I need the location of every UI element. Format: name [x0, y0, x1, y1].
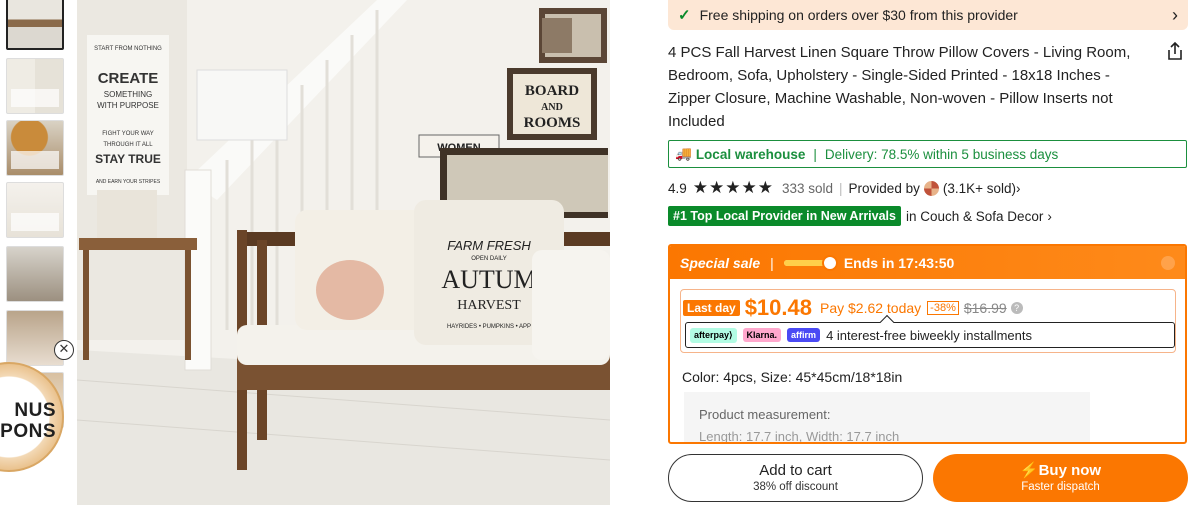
sign-earn: AND EARN YOUR STRIPES — [96, 179, 161, 185]
special-sale-label: Special sale — [680, 254, 761, 271]
product-measurement-box: Product measurement: Length: 17.7 inch, … — [684, 392, 1090, 444]
product-page: NUS PONS ✕ START FROM NOTHING CREATE SOM… — [0, 0, 1199, 505]
provider-logo-icon[interactable] — [923, 180, 939, 196]
divider: | — [839, 180, 843, 196]
installments-text: 4 interest-free biweekly installments — [826, 327, 1032, 343]
bonus-line2: PONS — [0, 421, 56, 442]
pay-today: Pay $2.62 today — [819, 300, 922, 316]
product-title: 4 PCS Fall Harvest Linen Square Throw Pi… — [668, 44, 1131, 130]
sale-countdown: Ends in 17:43:50 — [843, 254, 955, 271]
pillow-autumn: AUTUM — [441, 265, 536, 294]
thumbnail-3[interactable] — [6, 120, 64, 176]
thumbnail-1[interactable] — [6, 0, 64, 50]
help-icon[interactable]: ? — [1010, 302, 1023, 314]
sign-something: SOMETHING — [104, 90, 152, 99]
lightning-icon: ⚡ — [1019, 462, 1039, 479]
chevron-right-icon: › — [1016, 180, 1021, 196]
sold-count: 333 sold — [781, 180, 834, 196]
free-shipping-banner[interactable]: ✓ Free shipping on orders over $30 from … — [668, 0, 1188, 30]
board-line3: ROOMS — [524, 115, 581, 131]
original-price: $16.99 — [963, 300, 1007, 316]
thumbnail-4[interactable] — [6, 182, 64, 238]
afterpay-logo: afterpay⟩ — [690, 327, 737, 343]
pillow-hayrides: HAYRIDES • PUMPKINS • APP — [447, 324, 531, 330]
sign-stay: STAY TRUE — [95, 152, 161, 166]
provider-sold[interactable]: (3.1K+ sold) — [943, 181, 1016, 196]
countdown-progress — [783, 254, 838, 271]
main-product-image[interactable]: START FROM NOTHING CREATE SOMETHING WITH… — [77, 0, 610, 505]
close-icon[interactable]: ✕ — [54, 340, 74, 360]
rating-score: 4.9 — [668, 180, 687, 196]
sign-create: CREATE — [98, 70, 159, 87]
local-warehouse-label: Local warehouse — [695, 146, 806, 162]
delivery-text: Delivery: 78.5% within 5 business days — [824, 146, 1059, 162]
pillow-harvest: HARVEST — [457, 298, 521, 313]
board-line1: BOARD — [525, 83, 579, 99]
add-to-cart-label: Add to cart — [759, 462, 832, 479]
share-icon[interactable] — [1164, 40, 1186, 62]
installments-bar[interactable]: afterpay⟩ Klarna. affirm 4 interest-free… — [685, 314, 1175, 348]
star-rating-icon[interactable]: ★★★★★ — [693, 178, 774, 198]
buy-now-sub: Faster dispatch — [1021, 481, 1100, 493]
sign-purpose: WITH PURPOSE — [97, 101, 159, 110]
measurement-heading: Product measurement: — [699, 407, 831, 422]
last-day-badge: Last day — [683, 300, 740, 316]
chevron-right-icon: › — [1047, 208, 1052, 224]
board-line2: AND — [541, 102, 563, 113]
affirm-logo: affirm — [787, 328, 821, 342]
price-row: Last day $10.48 Pay $2.62 today -38% $16… — [683, 295, 1023, 321]
divider: | — [813, 146, 817, 162]
thumbnail-2[interactable] — [6, 58, 64, 114]
klarna-logo: Klarna. — [742, 328, 782, 342]
sign-fight: FIGHT YOUR WAY — [102, 131, 153, 137]
pillow-farm: FARM FRESH — [447, 238, 531, 253]
special-sale-panel: Special sale | Ends in 17:43:50 Last day… — [668, 244, 1187, 444]
divider: | — [770, 254, 774, 271]
chevron-right-icon: › — [1172, 4, 1178, 25]
check-icon: ✓ — [678, 7, 691, 24]
truck-icon: 🚚 — [675, 146, 692, 161]
measurement-line: Length: 17.7 inch, Width: 17.7 inch — [699, 429, 900, 444]
top-provider-badge: #1 Top Local Provider in New Arrivals — [668, 206, 901, 226]
badge-category: in Couch & Sofa Decor — [906, 208, 1044, 224]
special-sale-header: Special sale | Ends in 17:43:50 — [670, 246, 1185, 279]
sign-top: START FROM NOTHING — [94, 46, 162, 52]
add-to-cart-sub: 38% off discount — [753, 481, 838, 493]
top-provider-badge-row[interactable]: #1 Top Local Provider in New Arrivals in… — [668, 206, 1052, 226]
sale-price: $10.48 — [744, 295, 812, 320]
product-photo: START FROM NOTHING CREATE SOMETHING WITH… — [77, 0, 610, 505]
thumbnail-5[interactable] — [6, 246, 64, 302]
thumbnail-6[interactable] — [6, 310, 64, 366]
price-box: Last day $10.48 Pay $2.62 today -38% $16… — [680, 289, 1176, 353]
rating-row: 4.9 ★★★★★ 333 sold | Provided by (3.1K+ … — [668, 178, 1021, 198]
buy-now-button[interactable]: ⚡Buy now Faster dispatch — [933, 454, 1188, 502]
free-shipping-text: Free shipping on orders over $30 from th… — [699, 7, 1018, 23]
decor-dot-icon — [1161, 255, 1175, 270]
selected-variant: Color: 4pcs, Size: 45*45cm/18*18in — [682, 369, 903, 385]
provided-by-label: Provided by — [848, 180, 920, 196]
bonus-line1: NUS — [14, 400, 56, 421]
discount-badge: -38% — [927, 301, 959, 315]
add-to-cart-button[interactable]: Add to cart 38% off discount — [668, 454, 923, 502]
local-warehouse-bar[interactable]: 🚚 Local warehouse | Delivery: 78.5% with… — [668, 140, 1187, 168]
sign-through: THROUGH IT ALL — [103, 142, 153, 148]
buy-now-label: Buy now — [1038, 462, 1102, 479]
pillow-open: OPEN DAILY — [471, 256, 507, 262]
purchase-actions: Add to cart 38% off discount ⚡Buy now Fa… — [668, 454, 1188, 502]
